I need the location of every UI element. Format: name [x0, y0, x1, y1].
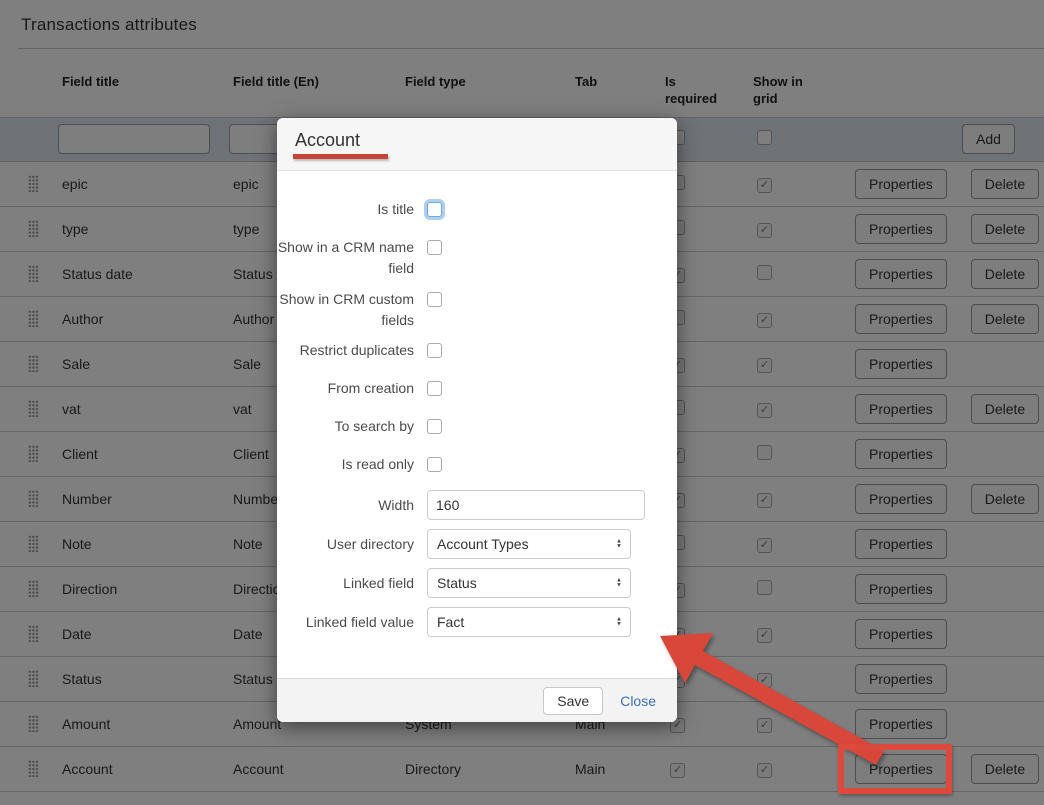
field-label: Is title — [277, 199, 427, 220]
form-row: Restrict duplicates — [277, 343, 677, 361]
field-checkbox[interactable] — [427, 292, 442, 307]
field-select[interactable]: Fact ▲▼ — [427, 607, 631, 637]
field-label: To search by — [277, 416, 427, 437]
field-select[interactable]: Status ▲▼ — [427, 568, 631, 598]
field-label: From creation — [277, 378, 427, 399]
title-underline-accent — [293, 154, 388, 159]
field-label: Linked field — [277, 573, 427, 594]
select-value: Account Types — [437, 536, 529, 552]
select-arrows-icon: ▲▼ — [616, 618, 622, 627]
form-row: Show in a CRM name field — [277, 240, 677, 279]
field-label: Width — [277, 495, 427, 516]
dialog-title: Account — [293, 130, 657, 151]
form-row: Linked field Status ▲▼ — [277, 568, 677, 598]
transactions-attributes-page: Transactions attributes Field title Fiel… — [0, 0, 1044, 805]
field-checkbox[interactable] — [427, 419, 442, 434]
account-properties-dialog: Account Is title Show in a CRM name fiel… — [277, 118, 677, 722]
field-label: Restrict duplicates — [277, 340, 427, 361]
form-row: Show in CRM custom fields — [277, 292, 677, 331]
form-row: Is title — [277, 202, 677, 220]
field-checkbox[interactable] — [427, 202, 442, 217]
field-label: Is read only — [277, 454, 427, 475]
save-button[interactable]: Save — [543, 687, 603, 715]
field-label: User directory — [277, 534, 427, 555]
dialog-body: Is title Show in a CRM name field Show i… — [277, 171, 677, 678]
dialog-header: Account — [277, 118, 677, 171]
field-checkbox[interactable] — [427, 381, 442, 396]
dialog-footer: Save Close — [277, 678, 677, 722]
form-row: Is read only — [277, 457, 677, 475]
select-value: Status — [437, 575, 477, 591]
field-select[interactable]: Account Types ▲▼ — [427, 529, 631, 559]
select-arrows-icon: ▲▼ — [616, 579, 622, 588]
select-value: Fact — [437, 614, 464, 630]
form-row: Linked field value Fact ▲▼ — [277, 607, 677, 637]
field-label: Linked field value — [277, 612, 427, 633]
field-checkbox[interactable] — [427, 457, 442, 472]
field-checkbox[interactable] — [427, 240, 442, 255]
form-row: From creation — [277, 381, 677, 399]
field-checkbox[interactable] — [427, 343, 442, 358]
close-button[interactable]: Close — [620, 693, 656, 709]
select-arrows-icon: ▲▼ — [616, 540, 622, 549]
field-label: Show in a CRM name field — [277, 237, 427, 279]
form-row: To search by — [277, 419, 677, 437]
field-text-input[interactable] — [427, 490, 645, 520]
form-row: User directory Account Types ▲▼ — [277, 529, 677, 559]
form-row: Width — [277, 490, 677, 520]
field-label: Show in CRM custom fields — [277, 289, 427, 331]
